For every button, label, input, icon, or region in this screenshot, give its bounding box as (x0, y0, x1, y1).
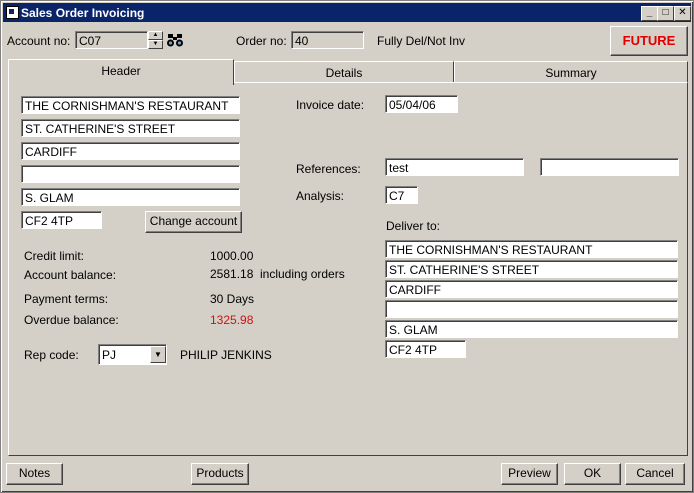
change-account-button[interactable]: Change account (145, 211, 242, 233)
spin-down-icon[interactable]: ▼ (148, 40, 163, 49)
deliver-to-label: Deliver to: (386, 219, 441, 233)
preview-button[interactable]: Preview (501, 463, 558, 485)
customer-address-line-1[interactable]: THE CORNISHMAN'S RESTAURANT (21, 96, 240, 114)
account-balance-suffix: including orders (260, 267, 345, 281)
tab-header[interactable]: Header (8, 59, 234, 85)
account-no-field[interactable]: C07 (75, 31, 148, 49)
delivery-address-line-2[interactable]: ST. CATHERINE'S STREET (385, 260, 678, 278)
tab-summary[interactable]: Summary (454, 61, 688, 83)
order-status-text: Fully Del/Not Inv (377, 34, 466, 48)
account-spinner[interactable]: ▲ ▼ (148, 31, 163, 49)
credit-limit-label: Credit limit: (24, 249, 85, 263)
change-account-label: Change account (149, 214, 238, 228)
account-no-label: Account no: (7, 34, 71, 48)
analysis-field[interactable]: C7 (385, 186, 418, 204)
rep-code-value: PJ (102, 348, 117, 362)
binoculars-icon[interactable] (166, 31, 184, 49)
chevron-down-icon[interactable]: ▼ (150, 346, 166, 363)
invoice-date-label: Invoice date: (296, 98, 365, 112)
references-label: References: (296, 162, 361, 176)
customer-address-line-5[interactable]: S. GLAM (21, 188, 240, 206)
tab-details[interactable]: Details (234, 61, 454, 83)
window-title: Sales Order Invoicing (21, 6, 145, 20)
ok-button[interactable]: OK (564, 463, 621, 485)
credit-limit-value: 1000.00 (210, 249, 254, 263)
account-balance-value: 2581.18 (210, 267, 254, 281)
notes-button[interactable]: Notes (6, 463, 63, 485)
rep-name: PHILIP JENKINS (180, 348, 272, 362)
delivery-address-line-3[interactable]: CARDIFF (385, 280, 678, 298)
tab-strip: Header Details Summary (8, 59, 688, 85)
rep-code-label: Rep code: (24, 348, 79, 362)
customer-address-line-4[interactable] (21, 165, 240, 183)
delivery-postcode[interactable]: CF2 4TP (385, 340, 466, 358)
title-bar: Sales Order Invoicing _ □ ✕ (3, 3, 691, 22)
customer-postcode[interactable]: CF2 4TP (21, 211, 102, 229)
reference-field-1[interactable]: test (385, 158, 524, 176)
customer-address-line-2[interactable]: ST. CATHERINE'S STREET (21, 119, 240, 137)
minimize-button[interactable]: _ (641, 6, 658, 21)
payment-terms-label: Payment terms: (24, 292, 109, 306)
products-button[interactable]: Products (191, 463, 249, 485)
spin-up-icon[interactable]: ▲ (148, 31, 163, 40)
cancel-button[interactable]: Cancel (625, 463, 685, 485)
sales-order-invoicing-window: Sales Order Invoicing _ □ ✕ Account no: … (0, 0, 694, 493)
delivery-address-line-5[interactable]: S. GLAM (385, 320, 678, 338)
maximize-button[interactable]: □ (657, 6, 674, 21)
future-button[interactable]: FUTURE (610, 26, 688, 56)
analysis-label: Analysis: (296, 189, 345, 203)
reference-field-2[interactable] (540, 158, 679, 176)
customer-address-line-3[interactable]: CARDIFF (21, 142, 240, 160)
order-no-label: Order no: (236, 34, 287, 48)
delivery-address-line-4[interactable] (385, 300, 678, 318)
app-icon (6, 6, 19, 19)
overdue-balance-label: Overdue balance: (24, 313, 119, 327)
account-balance-label: Account balance: (24, 268, 117, 282)
delivery-address-line-1[interactable]: THE CORNISHMAN'S RESTAURANT (385, 240, 678, 258)
order-no-field: 40 (291, 31, 364, 49)
close-button[interactable]: ✕ (674, 6, 691, 21)
overdue-balance-value: 1325.98 (210, 313, 254, 327)
invoice-date-field[interactable]: 05/04/06 (385, 95, 458, 113)
payment-terms-value: 30 Days (210, 292, 255, 306)
